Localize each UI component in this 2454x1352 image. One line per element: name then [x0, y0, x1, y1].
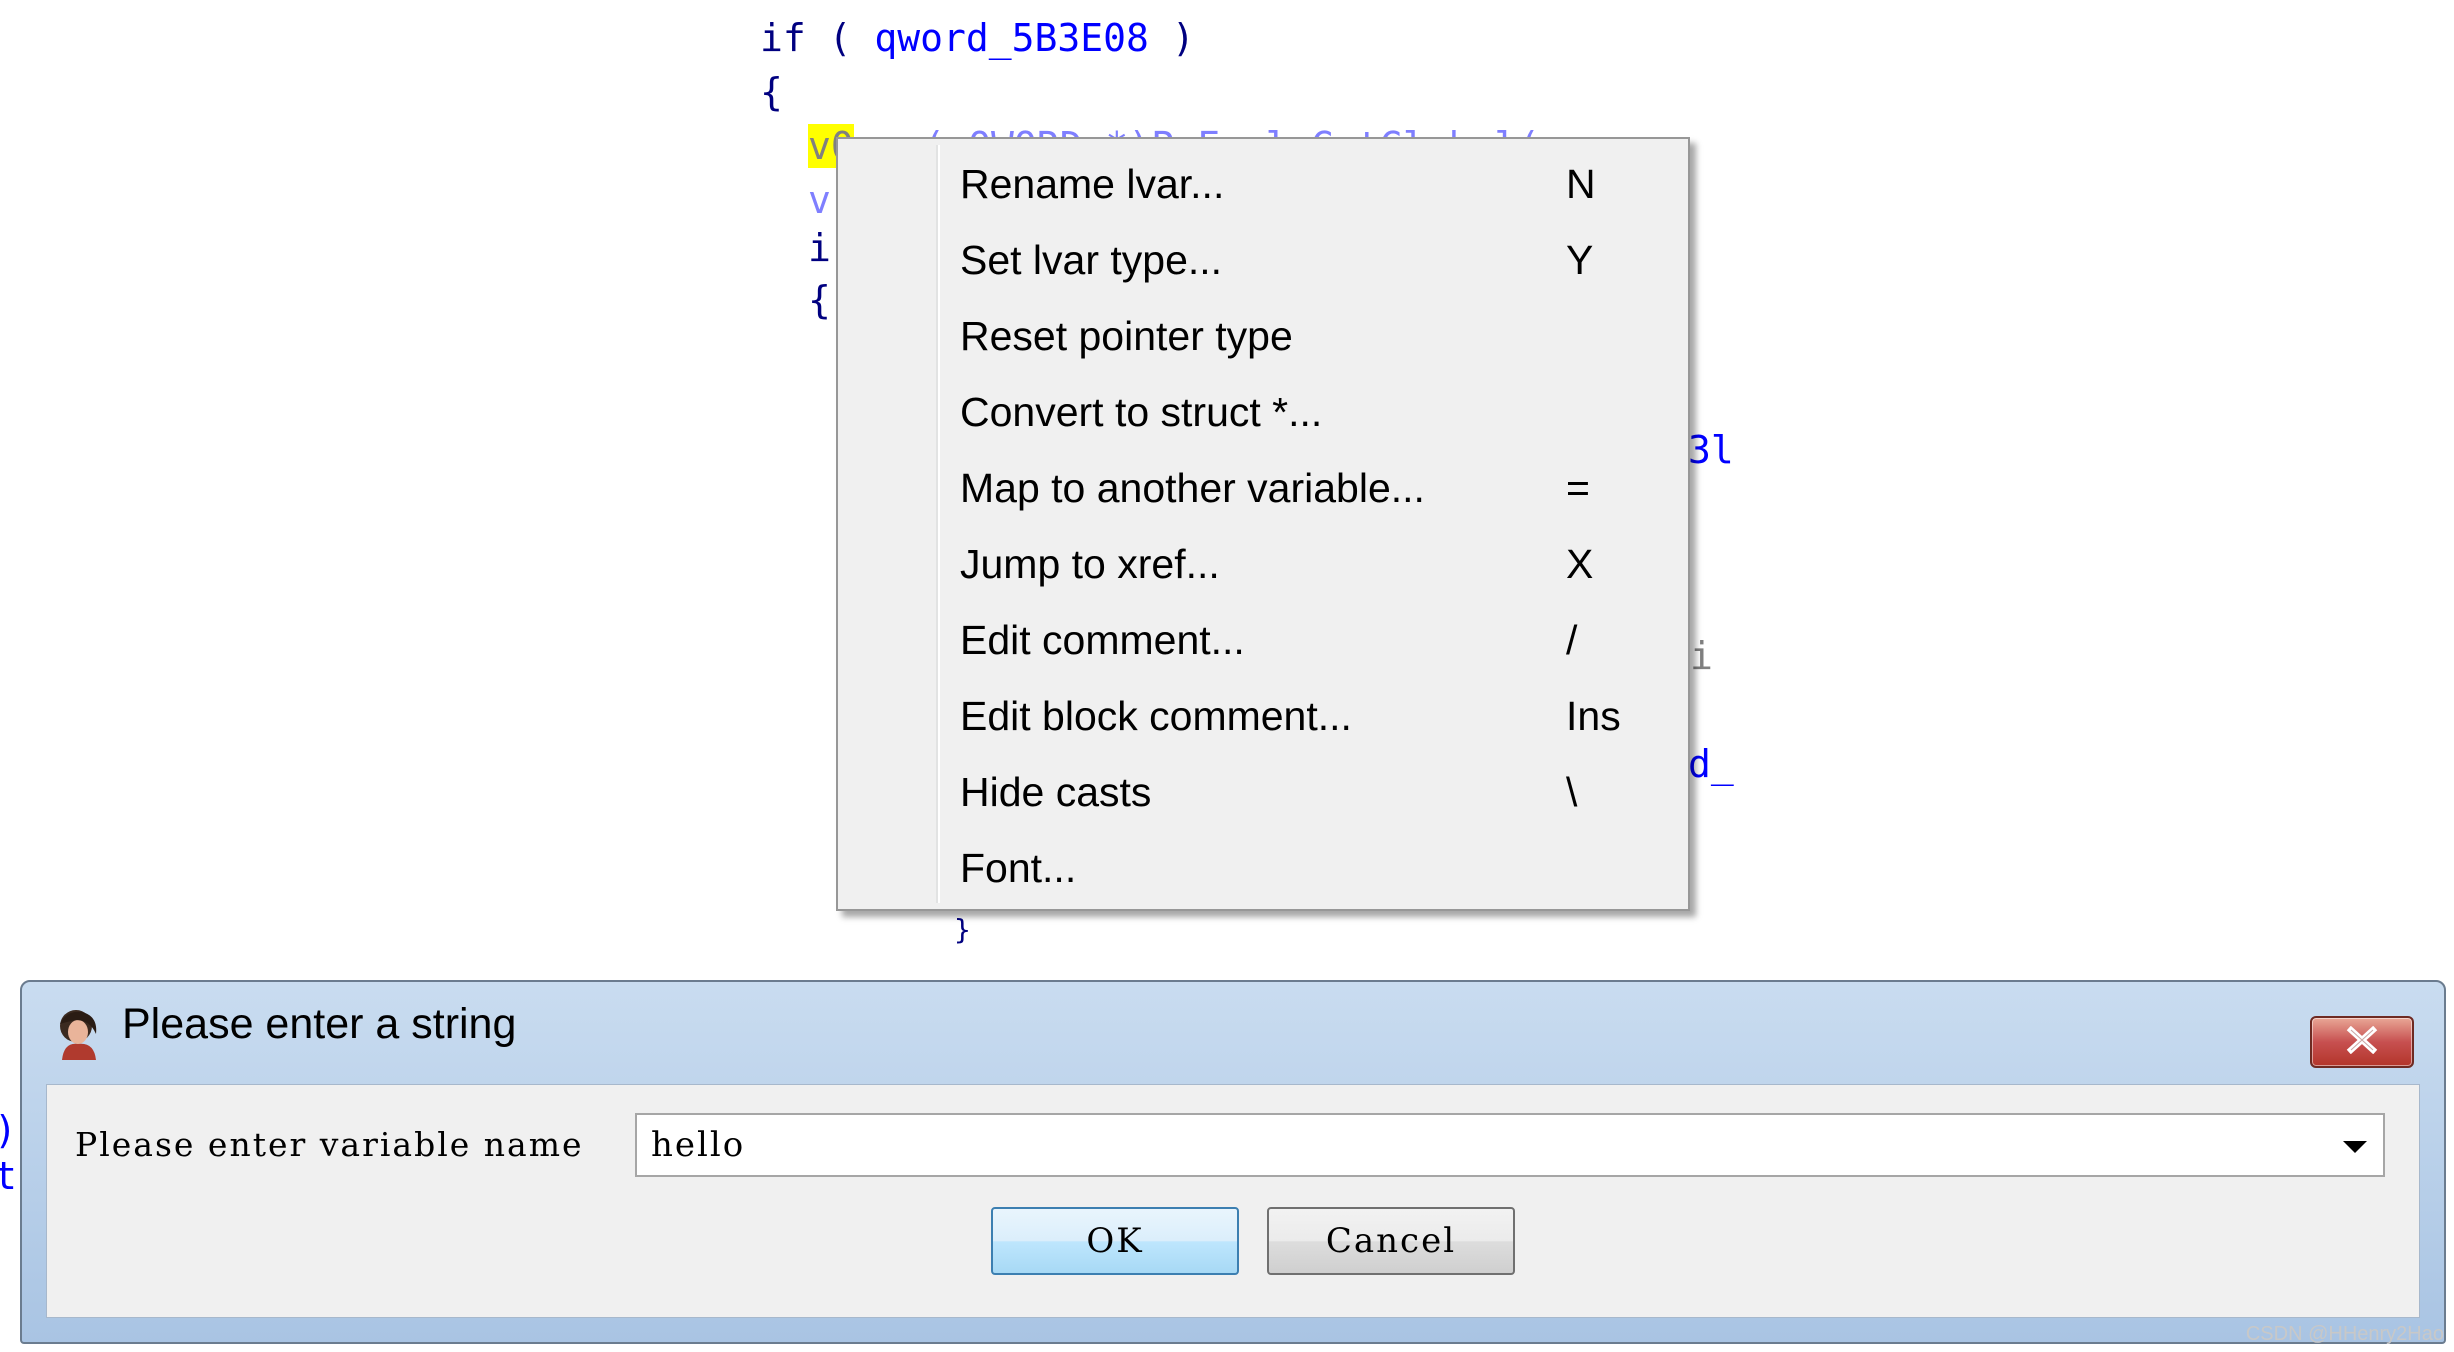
menu-item-label: Font...: [960, 845, 1077, 891]
menu-item-rename-lvar[interactable]: Rename lvar... N: [842, 147, 1684, 223]
menu-item-label: Map to another variable...: [960, 465, 1425, 511]
code-fragment: }: [954, 913, 971, 946]
close-icon: [2345, 1025, 2379, 1058]
ok-button[interactable]: OK: [991, 1207, 1239, 1275]
code-fragment: i: [1690, 634, 1713, 678]
menu-item-font[interactable]: Font...: [842, 831, 1684, 907]
menu-item-jump-to-xref[interactable]: Jump to xref... X: [842, 527, 1684, 603]
dialog-body: Please enter variable name hello OK Canc…: [46, 1084, 2420, 1318]
menu-item-shortcut: =: [1566, 465, 1590, 511]
code-fragment: 3l: [1688, 428, 1734, 472]
code-line-6: {: [808, 278, 831, 322]
menu-item-convert-to-struct[interactable]: Convert to struct *...: [842, 375, 1684, 451]
menu-item-label: Rename lvar...: [960, 161, 1225, 207]
menu-item-shortcut: X: [1566, 541, 1594, 587]
menu-item-label: Jump to xref...: [960, 541, 1220, 587]
variable-name-combobox[interactable]: hello: [635, 1113, 2385, 1177]
close-button[interactable]: [2310, 1016, 2414, 1068]
menu-item-set-lvar-type[interactable]: Set lvar type... Y: [842, 223, 1684, 299]
menu-item-map-to-another-variable[interactable]: Map to another variable... =: [842, 451, 1684, 527]
prompt-label: Please enter variable name: [75, 1125, 584, 1164]
watermark: CSDN @HHenry2Hao: [2245, 1323, 2444, 1345]
dialog-titlebar[interactable]: Please enter a string: [22, 982, 2444, 1082]
code-line-if: if ( qword_5B3E08 ): [760, 16, 1195, 60]
code-line-4: v: [808, 178, 831, 222]
menu-item-shortcut: Ins: [1566, 693, 1621, 739]
variable-name-input[interactable]: hello: [651, 1125, 745, 1165]
code-fragment: t: [0, 1154, 17, 1198]
code-fragment: ): [0, 1104, 17, 1156]
cancel-button[interactable]: Cancel: [1267, 1207, 1515, 1275]
menu-item-reset-pointer-type[interactable]: Reset pointer type: [842, 299, 1684, 375]
context-menu: Rename lvar... N Set lvar type... Y Rese…: [836, 137, 1690, 911]
menu-item-label: Edit block comment...: [960, 693, 1352, 739]
menu-item-shortcut: /: [1566, 617, 1578, 663]
menu-item-shortcut: \: [1566, 769, 1578, 815]
global-variable[interactable]: qword_5B3E08: [874, 16, 1149, 60]
ida-app-icon: [52, 1006, 106, 1060]
menu-item-shortcut: N: [1566, 161, 1596, 207]
menu-item-edit-block-comment[interactable]: Edit block comment... Ins: [842, 679, 1684, 755]
menu-item-label: Convert to struct *...: [960, 389, 1323, 435]
menu-item-shortcut: Y: [1566, 237, 1594, 283]
menu-item-label: Hide casts: [960, 769, 1152, 815]
menu-item-hide-casts[interactable]: Hide casts \: [842, 755, 1684, 831]
code-line-brace-open: {: [760, 70, 783, 114]
code-fragment: d_: [1688, 742, 1734, 786]
menu-item-label: Edit comment...: [960, 617, 1245, 663]
dropdown-arrow-icon[interactable]: [2341, 1139, 2369, 1155]
string-input-dialog: Please enter a string Please enter varia…: [20, 980, 2446, 1344]
code-line-5: i: [808, 226, 831, 270]
menu-item-label: Set lvar type...: [960, 237, 1223, 283]
menu-item-label: Reset pointer type: [960, 313, 1293, 359]
dialog-title: Please enter a string: [122, 1000, 517, 1048]
menu-item-edit-comment[interactable]: Edit comment... /: [842, 603, 1684, 679]
